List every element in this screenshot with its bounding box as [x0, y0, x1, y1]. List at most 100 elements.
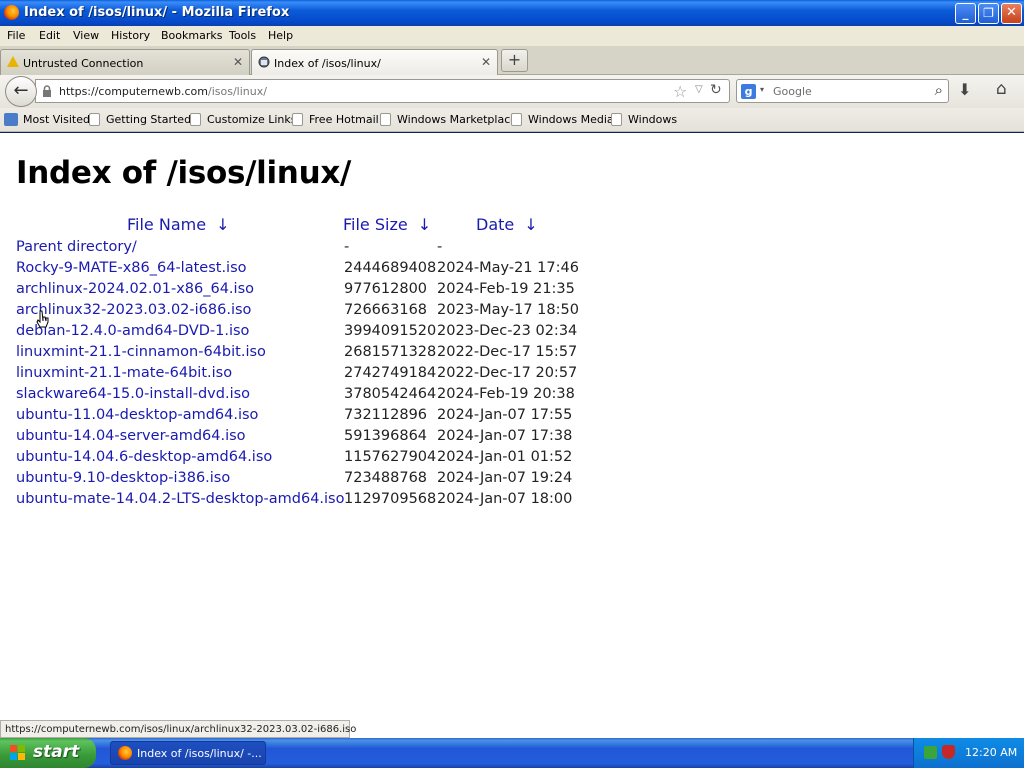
network-icon[interactable]: [924, 746, 937, 759]
clock: 12:20 AM: [965, 746, 1018, 759]
status-bar-url: https://computernewb.com/isos/linux/arch…: [0, 720, 356, 738]
file-date: 2023-Dec-23 02:34: [437, 323, 578, 339]
download-icon[interactable]: ⬇: [958, 80, 971, 99]
column-header-date[interactable]: Date ↓: [476, 215, 538, 234]
menu-help[interactable]: Help: [268, 29, 293, 42]
table-row: slackware64-15.0-install-dvd.iso 37805424…: [16, 386, 616, 407]
new-tab-button[interactable]: +: [501, 49, 528, 72]
menu-view[interactable]: View: [73, 29, 99, 42]
maximize-button[interactable]: ❐: [978, 3, 999, 24]
page-icon: [292, 113, 303, 126]
security-shield-icon[interactable]: [942, 745, 955, 759]
file-link[interactable]: linuxmint-21.1-cinnamon-64bit.iso: [16, 344, 266, 360]
menu-bookmarks[interactable]: Bookmarks: [161, 29, 222, 42]
table-row: ubuntu-11.04-desktop-amd64.iso 732112896 2…: [16, 407, 616, 428]
column-label: Date: [476, 215, 515, 234]
start-button[interactable]: start: [0, 738, 96, 768]
start-label: start: [33, 742, 80, 762]
menu-edit[interactable]: Edit: [39, 29, 60, 42]
tab-index-linux[interactable]: Index of /isos/linux/ ✕: [251, 49, 498, 75]
file-link[interactable]: ubuntu-mate-14.04.2-LTS-desktop-amd64.is…: [16, 491, 344, 507]
table-row: archlinux32-2023.03.02-i686.iso 726663168…: [16, 302, 616, 323]
file-date: 2024-Jan-07 17:55: [437, 407, 573, 423]
taskbar-item-label: Index of /isos/linux/ -...: [137, 747, 262, 760]
taskbar: start Index of /isos/linux/ -... 12:20 A…: [0, 738, 1024, 768]
close-button[interactable]: ✕: [1001, 3, 1022, 24]
menu-history[interactable]: History: [111, 29, 150, 42]
file-link[interactable]: archlinux32-2023.03.02-i686.iso: [16, 302, 251, 318]
table-row: linuxmint-21.1-cinnamon-64bit.iso 2681571…: [16, 344, 616, 365]
tab-strip: Untrusted Connection ✕ Index of /isos/li…: [0, 46, 1024, 75]
bookmark-windows-media[interactable]: Windows Media: [511, 113, 614, 126]
google-engine-icon[interactable]: g: [741, 84, 756, 99]
reload-icon[interactable]: ↻: [710, 82, 722, 98]
bookmark-label: Most Visited: [23, 113, 90, 126]
search-input[interactable]: Google: [773, 85, 812, 98]
file-date: 2022-Dec-17 15:57: [437, 344, 578, 360]
tab-close-icon[interactable]: ✕: [233, 55, 243, 69]
file-size: 3780542464: [344, 386, 437, 402]
file-size: 591396864: [344, 428, 428, 444]
file-link[interactable]: ubuntu-11.04-desktop-amd64.iso: [16, 407, 258, 423]
bookmark-label: Windows Media: [528, 113, 614, 126]
minimize-button[interactable]: _: [955, 3, 976, 24]
file-size: 2742749184: [344, 365, 437, 381]
engine-dropdown-icon[interactable]: ▾: [760, 85, 764, 94]
file-date: 2024-Jan-07 19:24: [437, 470, 573, 486]
file-date: 2022-Dec-17 20:57: [437, 365, 578, 381]
file-link[interactable]: ubuntu-9.10-desktop-i386.iso: [16, 470, 230, 486]
file-link[interactable]: slackware64-15.0-install-dvd.iso: [16, 386, 250, 402]
search-bar[interactable]: g ▾ Google ⌕: [736, 79, 949, 103]
bookmark-most-visited[interactable]: Most Visited: [4, 113, 90, 126]
bookmark-customize-links[interactable]: Customize Links: [190, 113, 297, 126]
tab-untrusted-connection[interactable]: Untrusted Connection ✕: [0, 49, 250, 75]
parent-directory-link[interactable]: Parent directory/: [16, 239, 137, 255]
file-link[interactable]: archlinux-2024.02.01-x86_64.iso: [16, 281, 254, 297]
column-header-file-name[interactable]: File Name ↓: [127, 215, 229, 234]
column-header-file-size[interactable]: File Size ↓: [343, 215, 431, 234]
bookmark-getting-started[interactable]: Getting Started: [89, 113, 191, 126]
page-icon: [380, 113, 391, 126]
file-size: 726663168: [344, 302, 428, 318]
file-link[interactable]: ubuntu-14.04-server-amd64.iso: [16, 428, 246, 444]
back-button[interactable]: ←: [5, 76, 37, 107]
window-title: Index of /isos/linux/ - Mozilla Firefox: [24, 5, 290, 20]
table-row: ubuntu-9.10-desktop-i386.iso 723488768 202…: [16, 470, 616, 491]
history-dropdown-icon[interactable]: ▽: [695, 84, 703, 95]
search-icon[interactable]: ⌕: [935, 81, 943, 99]
bookmark-free-hotmail[interactable]: Free Hotmail: [292, 113, 379, 126]
menu-file[interactable]: File: [7, 29, 25, 42]
url-bar[interactable]: https://computernewb.com/isos/linux/ ☆ ▽…: [35, 79, 730, 103]
table-row: linuxmint-21.1-mate-64bit.iso 2742749184 2…: [16, 365, 616, 386]
file-date: 2024-Jan-01 01:52: [437, 449, 573, 465]
file-date: 2023-May-17 18:50: [437, 302, 579, 318]
menu-tools[interactable]: Tools: [229, 29, 256, 42]
tab-label: Index of /isos/linux/: [274, 57, 381, 70]
url-text: https://computernewb.com/isos/linux/: [59, 85, 267, 98]
warning-icon: [7, 56, 19, 68]
firefox-icon: [4, 5, 19, 20]
sort-arrow-icon[interactable]: ↓: [524, 215, 537, 234]
tab-close-icon[interactable]: ✕: [481, 55, 491, 69]
file-link[interactable]: ubuntu-14.04.6-desktop-amd64.iso: [16, 449, 272, 465]
page-title: Index of /isos/linux/: [16, 155, 352, 191]
bookmark-windows[interactable]: Windows: [611, 113, 677, 126]
file-date: -: [437, 239, 443, 255]
sort-arrow-icon[interactable]: ↓: [418, 215, 431, 234]
table-row: ubuntu-14.04-server-amd64.iso 591396864 20…: [16, 428, 616, 449]
taskbar-item-firefox[interactable]: Index of /isos/linux/ -...: [110, 741, 266, 765]
page-icon: [190, 113, 201, 126]
mouse-cursor-icon: [36, 310, 49, 328]
file-link[interactable]: linuxmint-21.1-mate-64bit.iso: [16, 365, 232, 381]
file-size: 723488768: [344, 470, 428, 486]
file-link[interactable]: Rocky-9-MATE-x86_64-latest.iso: [16, 260, 247, 276]
file-date: 2024-May-21 17:46: [437, 260, 579, 276]
bookmark-windows-marketplace[interactable]: Windows Marketplace: [380, 113, 517, 126]
bookmark-star-icon[interactable]: ☆: [673, 82, 687, 101]
sort-arrow-icon[interactable]: ↓: [216, 215, 229, 234]
page-icon: [258, 56, 270, 68]
home-icon[interactable]: ⌂: [996, 79, 1007, 99]
lock-icon: [43, 85, 51, 97]
file-link[interactable]: debian-12.4.0-amd64-DVD-1.iso: [16, 323, 249, 339]
bookmark-label: Windows: [628, 113, 678, 126]
